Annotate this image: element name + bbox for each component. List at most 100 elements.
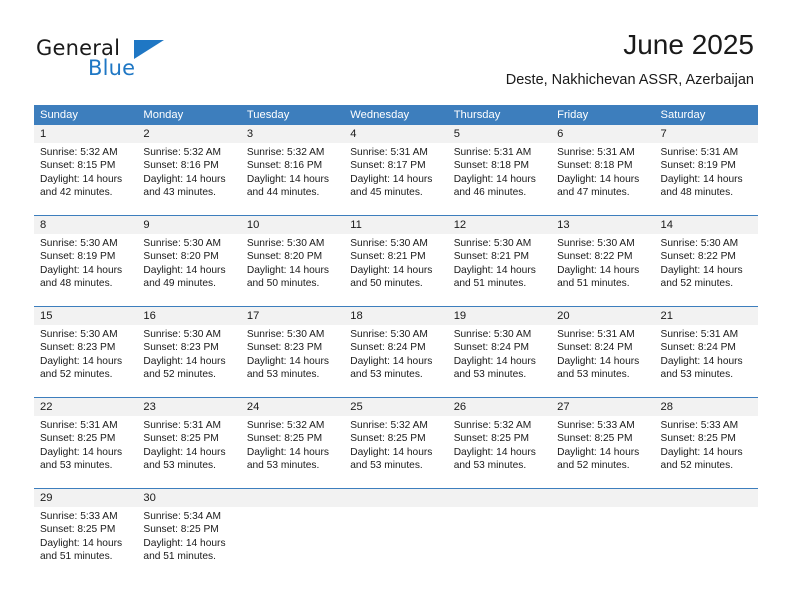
daylight-text-line1: Daylight: 14 hours [660, 446, 743, 458]
day-number: 24 [240, 398, 345, 416]
calendar-day-cell[interactable]: 23 Sunrise: 5:31 AM Sunset: 8:25 PM Dayligh… [137, 398, 241, 488]
sunset-text: Sunset: 8:24 PM [660, 342, 736, 354]
calendar-day-cell[interactable]: 20 Sunrise: 5:31 AM Sunset: 8:24 PM Dayligh… [551, 307, 655, 397]
day-details: Sunrise: 5:30 AM Sunset: 8:23 PM Daylight:… [241, 325, 344, 382]
sunrise-text: Sunrise: 5:30 AM [453, 329, 532, 340]
daylight-text-line1: Daylight: 14 hours [350, 355, 433, 367]
sunset-text: Sunset: 8:24 PM [557, 342, 633, 354]
calendar-day-cell[interactable]: 22 Sunrise: 5:31 AM Sunset: 8:25 PM Dayligh… [34, 398, 138, 488]
calendar-day-cell[interactable]: 25 Sunrise: 5:32 AM Sunset: 8:25 PM Dayligh… [344, 398, 448, 488]
sunrise-text: Sunrise: 5:31 AM [350, 147, 428, 158]
sunset-text: Sunset: 8:18 PM [453, 160, 530, 172]
daylight-text-line2: and 51 minutes. [557, 278, 630, 290]
day-number: 2 [137, 125, 241, 143]
calendar-day-cell-empty [551, 489, 655, 579]
daylight-text-line1: Daylight: 14 hours [350, 173, 433, 185]
calendar-day-cell[interactable]: 9 Sunrise: 5:30 AM Sunset: 8:20 PM Daylight… [137, 216, 241, 306]
calendar-day-cell[interactable]: 8 Sunrise: 5:30 AM Sunset: 8:19 PM Daylight… [34, 216, 138, 306]
day-details: Sunrise: 5:32 AM Sunset: 8:16 PM Daylight:… [241, 143, 344, 200]
day-number: 6 [551, 125, 655, 143]
sunrise-text: Sunrise: 5:30 AM [453, 238, 532, 249]
day-details [448, 507, 551, 510]
sunset-text: Sunset: 8:24 PM [350, 342, 426, 354]
daylight-text-line1: Daylight: 14 hours [660, 264, 743, 276]
day-details: Sunrise: 5:31 AM Sunset: 8:25 PM Daylight:… [34, 416, 137, 473]
calendar-week-row: 29 Sunrise: 5:33 AM Sunset: 8:25 PM Dayligh… [34, 488, 758, 579]
calendar-day-cell[interactable]: 1 Sunrise: 5:32 AM Sunset: 8:15 PM Daylight… [34, 125, 138, 215]
day-number: 26 [447, 398, 552, 416]
calendar-day-cell[interactable]: 2 Sunrise: 5:32 AM Sunset: 8:16 PM Daylight… [137, 125, 241, 215]
brand-triangle-icon [134, 40, 164, 59]
calendar-day-cell[interactable]: 28 Sunrise: 5:33 AM Sunset: 8:25 PM Dayligh… [654, 398, 758, 488]
day-details: Sunrise: 5:30 AM Sunset: 8:23 PM Daylight:… [137, 325, 240, 382]
calendar-day-cell[interactable]: 17 Sunrise: 5:30 AM Sunset: 8:23 PM Dayligh… [240, 307, 345, 397]
calendar-day-cell[interactable]: 4 Sunrise: 5:31 AM Sunset: 8:17 PM Daylight… [344, 125, 448, 215]
sunset-text: Sunset: 8:25 PM [40, 524, 116, 536]
calendar-day-cell[interactable]: 30 Sunrise: 5:34 AM Sunset: 8:25 PM Dayligh… [137, 489, 241, 579]
day-number: 27 [551, 398, 655, 416]
sunset-text: Sunset: 8:25 PM [453, 433, 530, 445]
calendar-day-cell[interactable]: 16 Sunrise: 5:30 AM Sunset: 8:23 PM Dayligh… [137, 307, 241, 397]
day-details [241, 507, 344, 510]
calendar-day-cell[interactable]: 21 Sunrise: 5:31 AM Sunset: 8:24 PM Dayligh… [654, 307, 758, 397]
daylight-text-line2: and 51 minutes. [453, 278, 527, 290]
calendar-day-cell[interactable]: 26 Sunrise: 5:32 AM Sunset: 8:25 PM Dayligh… [447, 398, 552, 488]
sunset-text: Sunset: 8:19 PM [660, 160, 736, 172]
calendar-day-cell[interactable]: 13 Sunrise: 5:30 AM Sunset: 8:22 PM Dayligh… [551, 216, 655, 306]
day-number: 16 [137, 307, 241, 325]
daylight-text-line1: Daylight: 14 hours [453, 355, 536, 367]
sunrise-text: Sunrise: 5:32 AM [143, 147, 222, 158]
daylight-text-line1: Daylight: 14 hours [40, 264, 123, 276]
calendar-day-cell[interactable]: 5 Sunrise: 5:31 AM Sunset: 8:18 PM Daylight… [447, 125, 552, 215]
page-subtitle: Deste, Nakhichevan ASSR, Azerbaijan [505, 72, 754, 88]
daylight-text-line2: and 51 minutes. [143, 551, 216, 563]
day-details: Sunrise: 5:30 AM Sunset: 8:22 PM Daylight:… [655, 234, 758, 291]
weekday-header-friday: Friday [557, 109, 589, 121]
daylight-text-line1: Daylight: 14 hours [557, 355, 640, 367]
daylight-text-line2: and 53 minutes. [246, 460, 320, 472]
calendar-day-cell[interactable]: 10 Sunrise: 5:30 AM Sunset: 8:20 PM Dayligh… [240, 216, 345, 306]
calendar-day-cell[interactable]: 19 Sunrise: 5:30 AM Sunset: 8:24 PM Dayligh… [447, 307, 552, 397]
day-number: 4 [344, 125, 448, 143]
daylight-text-line2: and 53 minutes. [143, 460, 216, 472]
page-header: General Blue June 2025 Deste, Nakhicheva… [0, 0, 792, 100]
calendar-day-cell[interactable]: 27 Sunrise: 5:33 AM Sunset: 8:25 PM Dayligh… [551, 398, 655, 488]
daylight-text-line1: Daylight: 14 hours [246, 355, 329, 367]
calendar-day-cell[interactable]: 15 Sunrise: 5:30 AM Sunset: 8:23 PM Dayligh… [34, 307, 138, 397]
sunset-text: Sunset: 8:25 PM [143, 433, 219, 445]
sunset-text: Sunset: 8:25 PM [660, 433, 736, 445]
daylight-text-line2: and 53 minutes. [660, 369, 734, 381]
sunrise-text: Sunrise: 5:31 AM [557, 329, 635, 340]
calendar-day-cell[interactable]: 7 Sunrise: 5:31 AM Sunset: 8:19 PM Daylight… [654, 125, 758, 215]
brand-name-secondary: Blue [88, 56, 136, 80]
title-block: June 2025 Deste, Nakhichevan ASSR, Azerb… [506, 28, 754, 89]
calendar-day-cell[interactable]: 12 Sunrise: 5:30 AM Sunset: 8:21 PM Dayligh… [447, 216, 552, 306]
sunrise-text: Sunrise: 5:31 AM [660, 329, 739, 340]
daylight-text-line2: and 53 minutes. [350, 369, 423, 381]
day-details: Sunrise: 5:32 AM Sunset: 8:15 PM Daylight:… [34, 143, 137, 200]
calendar-day-cell[interactable]: 6 Sunrise: 5:31 AM Sunset: 8:18 PM Daylight… [551, 125, 655, 215]
calendar-day-cell[interactable]: 24 Sunrise: 5:32 AM Sunset: 8:25 PM Dayligh… [240, 398, 345, 488]
calendar-day-cell[interactable]: 18 Sunrise: 5:30 AM Sunset: 8:24 PM Dayligh… [344, 307, 448, 397]
calendar-day-cell[interactable]: 11 Sunrise: 5:30 AM Sunset: 8:21 PM Dayligh… [344, 216, 448, 306]
day-number: 5 [447, 125, 552, 143]
day-number: 11 [344, 216, 448, 234]
day-number: 9 [137, 216, 241, 234]
calendar-day-cell[interactable]: 29 Sunrise: 5:33 AM Sunset: 8:25 PM Dayligh… [34, 489, 138, 579]
calendar-day-cell[interactable]: 14 Sunrise: 5:30 AM Sunset: 8:22 PM Dayligh… [654, 216, 758, 306]
sunset-text: Sunset: 8:23 PM [40, 342, 116, 354]
sunset-text: Sunset: 8:22 PM [660, 251, 736, 263]
calendar-day-cell[interactable]: 3 Sunrise: 5:32 AM Sunset: 8:16 PM Daylight… [240, 125, 345, 215]
day-number: 21 [654, 307, 758, 325]
sunrise-text: Sunrise: 5:34 AM [143, 511, 222, 522]
day-number: 30 [137, 489, 241, 507]
daylight-text-line1: Daylight: 14 hours [40, 355, 123, 367]
calendar-day-cell-empty [240, 489, 345, 579]
day-number: 10 [240, 216, 345, 234]
calendar-grid: Sunday Monday Tuesday Wednesday Thursday… [34, 105, 758, 579]
day-number: 1 [34, 125, 138, 143]
sunset-text: Sunset: 8:15 PM [40, 160, 116, 172]
brand-logo[interactable]: General Blue [36, 36, 256, 92]
day-number: 28 [654, 398, 758, 416]
sunset-text: Sunset: 8:17 PM [350, 160, 426, 172]
